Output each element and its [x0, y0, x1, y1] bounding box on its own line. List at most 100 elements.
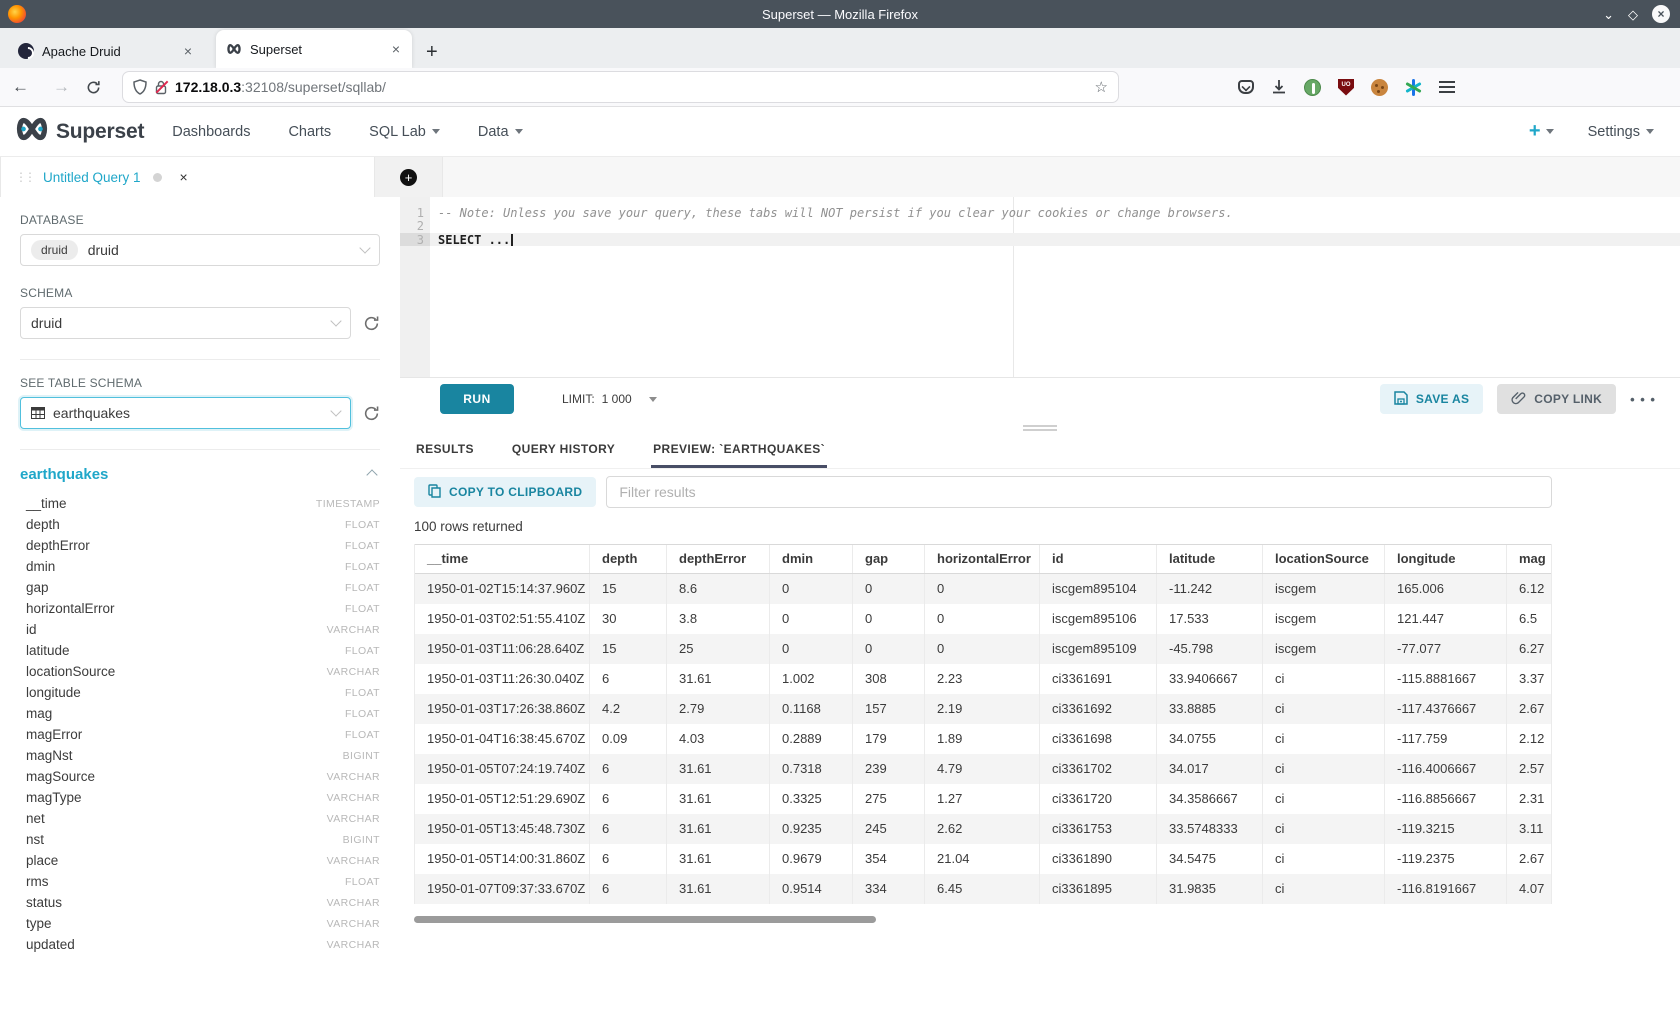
- reload-icon[interactable]: [86, 80, 101, 95]
- drag-handle-icon[interactable]: ⋮⋮: [15, 170, 33, 184]
- sparkle-extension-icon[interactable]: [1405, 79, 1422, 96]
- schema-column-row[interactable]: status VARCHAR: [20, 892, 380, 913]
- results-column-header[interactable]: depth: [590, 545, 667, 573]
- tab-results[interactable]: RESULTS: [414, 436, 476, 465]
- tab-preview-earthquakes[interactable]: PREVIEW: `EARTHQUAKES`: [651, 436, 827, 468]
- url-field[interactable]: 172.18.0.3:32108/superset/sqllab/ ☆: [123, 72, 1118, 102]
- downloads-icon[interactable]: [1271, 79, 1287, 95]
- refresh-schema-icon[interactable]: [363, 315, 380, 332]
- schema-column-row[interactable]: magSource VARCHAR: [20, 766, 380, 787]
- results-column-header[interactable]: latitude: [1157, 545, 1263, 573]
- nav-item-dashboards[interactable]: Dashboards: [172, 124, 250, 140]
- filter-results-input[interactable]: [606, 476, 1552, 508]
- schema-column-row[interactable]: updated VARCHAR: [20, 934, 380, 955]
- forward-icon[interactable]: →: [41, 77, 82, 97]
- schema-column-row[interactable]: type VARCHAR: [20, 913, 380, 934]
- schema-column-row[interactable]: dmin FLOAT: [20, 556, 380, 577]
- schema-column-row[interactable]: horizontalError FLOAT: [20, 598, 380, 619]
- scrollbar-thumb[interactable]: [414, 916, 876, 923]
- table-row[interactable]: 1950-01-05T14:00:31.860Z631.610.96793542…: [415, 844, 1551, 874]
- results-column-header[interactable]: dmin: [770, 545, 853, 573]
- results-column-header[interactable]: id: [1040, 545, 1157, 573]
- table-row[interactable]: 1950-01-05T07:24:19.740Z631.610.73182394…: [415, 754, 1551, 784]
- horizontal-scrollbar[interactable]: [414, 916, 1552, 923]
- results-column-header[interactable]: gap: [853, 545, 925, 573]
- results-column-header[interactable]: depthError: [667, 545, 770, 573]
- query-tab-untitled-query-1[interactable]: ⋮⋮ Untitled Query 1 ×: [0, 157, 375, 197]
- results-column-header[interactable]: mag: [1507, 545, 1552, 573]
- nav-item-data[interactable]: Data: [478, 124, 523, 140]
- table-row[interactable]: 1950-01-07T09:37:33.670Z631.610.95143346…: [415, 874, 1551, 904]
- resize-handle-icon[interactable]: [1023, 425, 1057, 431]
- results-column-header[interactable]: __time: [415, 545, 590, 573]
- table-row[interactable]: 1950-01-04T16:38:45.670Z0.094.030.288917…: [415, 724, 1551, 754]
- bookmark-star-icon[interactable]: ☆: [1095, 78, 1108, 96]
- add-query-tab-button[interactable]: +: [375, 157, 443, 197]
- schema-column-row[interactable]: longitude FLOAT: [20, 682, 380, 703]
- schema-column-row[interactable]: latitude FLOAT: [20, 640, 380, 661]
- pocket-icon[interactable]: [1238, 80, 1254, 94]
- new-tab-button[interactable]: +: [426, 42, 438, 62]
- database-select[interactable]: druid druid: [20, 234, 380, 266]
- schema-column-row[interactable]: magError FLOAT: [20, 724, 380, 745]
- schema-column-row[interactable]: depthError FLOAT: [20, 535, 380, 556]
- settings-menu[interactable]: Settings: [1588, 124, 1654, 140]
- copy-link-button[interactable]: COPY LINK: [1497, 384, 1616, 414]
- schema-column-row[interactable]: magNst BIGINT: [20, 745, 380, 766]
- tab-query-history[interactable]: QUERY HISTORY: [510, 436, 617, 465]
- pane-resize-row[interactable]: [400, 420, 1680, 436]
- schema-column-row[interactable]: magType VARCHAR: [20, 787, 380, 808]
- schema-column-row[interactable]: place VARCHAR: [20, 850, 380, 871]
- limit-dropdown[interactable]: LIMIT: 1 000: [562, 392, 657, 406]
- menu-hamburger-icon[interactable]: [1439, 81, 1455, 93]
- results-column-header[interactable]: longitude: [1385, 545, 1507, 573]
- close-icon[interactable]: ×: [1652, 5, 1670, 23]
- save-as-button[interactable]: SAVE AS: [1380, 384, 1483, 414]
- minimize-icon[interactable]: ⌄: [1603, 8, 1614, 21]
- extension-green-icon[interactable]: [1304, 79, 1321, 96]
- insecure-lock-icon[interactable]: [155, 80, 167, 95]
- collapse-chevron-icon[interactable]: [366, 469, 377, 480]
- schema-column-row[interactable]: locationSource VARCHAR: [20, 661, 380, 682]
- superset-brand[interactable]: Superset: [14, 117, 144, 146]
- new-item-button[interactable]: +: [1529, 120, 1554, 143]
- nav-item-sql-lab[interactable]: SQL Lab: [369, 124, 440, 140]
- more-menu-icon[interactable]: • • •: [1630, 392, 1656, 407]
- ublock-origin-icon[interactable]: [1338, 79, 1354, 96]
- run-button[interactable]: RUN: [440, 384, 514, 414]
- browser-tab-apache-druid[interactable]: Apache Druid ×: [8, 34, 204, 68]
- schema-column-row[interactable]: nst BIGINT: [20, 829, 380, 850]
- schema-column-row[interactable]: gap FLOAT: [20, 577, 380, 598]
- tracking-shield-icon[interactable]: [133, 79, 147, 95]
- table-row[interactable]: 1950-01-05T13:45:48.730Z631.610.92352452…: [415, 814, 1551, 844]
- results-column-header[interactable]: horizontalError: [925, 545, 1040, 573]
- tab-close-icon[interactable]: ×: [390, 41, 402, 57]
- nav-item-charts[interactable]: Charts: [288, 124, 331, 140]
- table-row[interactable]: 1950-01-03T17:26:38.860Z4.22.790.1168157…: [415, 694, 1551, 724]
- editor-code-area[interactable]: -- Note: Unless you save your query, the…: [430, 197, 1680, 377]
- browser-tab-superset[interactable]: Superset ×: [216, 30, 412, 68]
- table-select[interactable]: earthquakes: [20, 397, 351, 429]
- maximize-icon[interactable]: ◇: [1628, 8, 1638, 21]
- table-row[interactable]: 1950-01-05T12:51:29.690Z631.610.33252751…: [415, 784, 1551, 814]
- cookie-extension-icon[interactable]: [1371, 79, 1388, 96]
- schema-column-row[interactable]: rms FLOAT: [20, 871, 380, 892]
- query-tab-close-icon[interactable]: ×: [180, 169, 188, 185]
- schema-select[interactable]: druid: [20, 307, 351, 339]
- schema-column-row[interactable]: mag FLOAT: [20, 703, 380, 724]
- table-schema-header[interactable]: earthquakes: [20, 466, 380, 483]
- table-row[interactable]: 1950-01-03T11:06:28.640Z1525000iscgem895…: [415, 634, 1551, 664]
- results-column-header[interactable]: locationSource: [1263, 545, 1385, 573]
- copy-to-clipboard-button[interactable]: COPY TO CLIPBOARD: [414, 477, 596, 507]
- table-row[interactable]: 1950-01-02T15:14:37.960Z158.6000iscgem89…: [415, 574, 1551, 604]
- table-row[interactable]: 1950-01-03T11:26:30.040Z631.611.0023082.…: [415, 664, 1551, 694]
- back-icon[interactable]: ←: [0, 77, 41, 97]
- table-row[interactable]: 1950-01-03T02:51:55.410Z303.8000iscgem89…: [415, 604, 1551, 634]
- tab-close-icon[interactable]: ×: [182, 43, 194, 59]
- schema-column-row[interactable]: __time TIMESTAMP: [20, 493, 380, 514]
- refresh-table-icon[interactable]: [363, 405, 380, 422]
- schema-column-row[interactable]: net VARCHAR: [20, 808, 380, 829]
- schema-column-row[interactable]: depth FLOAT: [20, 514, 380, 535]
- sql-editor[interactable]: 123 -- Note: Unless you save your query,…: [400, 197, 1680, 378]
- schema-column-row[interactable]: id VARCHAR: [20, 619, 380, 640]
